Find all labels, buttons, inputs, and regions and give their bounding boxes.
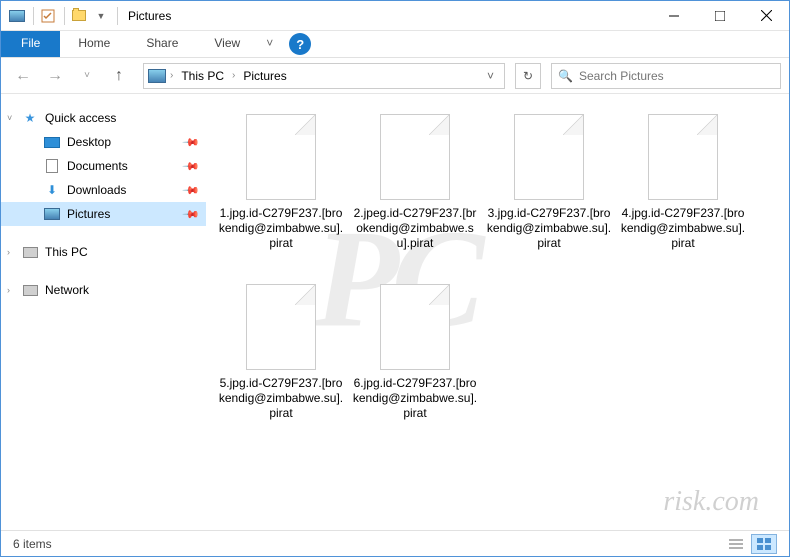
chevron-down-icon[interactable]: ˅	[7, 113, 12, 123]
navbar: ← → ˅ ↑ › This PC › Pictures ˅ ↻ 🔍	[1, 58, 789, 94]
downloads-icon: ⬇	[43, 182, 61, 198]
sidebar-label: This PC	[45, 245, 88, 259]
qat-newfolder-icon[interactable]	[69, 6, 89, 26]
sidebar-item-label: Desktop	[67, 135, 111, 149]
sidebar-network[interactable]: › Network	[1, 278, 206, 302]
file-item[interactable]: 5.jpg.id-C279F237.[brokendig@zimbabwe.su…	[214, 276, 348, 446]
sidebar-this-pc[interactable]: › This PC	[1, 240, 206, 264]
tab-view[interactable]: View	[196, 31, 258, 57]
maximize-button[interactable]	[697, 1, 743, 31]
ribbon: File Home Share View ˅ ?	[1, 31, 789, 58]
file-item[interactable]: 2.jpeg.id-C279F237.[brokendig@zimbabwe.s…	[348, 106, 482, 276]
sidebar-item-documents[interactable]: Documents 📌	[1, 154, 206, 178]
documents-icon	[43, 158, 61, 174]
item-count: 6 items	[13, 537, 52, 551]
status-bar: 6 items	[1, 530, 789, 556]
sidebar-item-label: Documents	[67, 159, 128, 173]
search-input[interactable]	[579, 69, 774, 83]
pin-icon: 📌	[182, 205, 201, 224]
search-box[interactable]: 🔍	[551, 63, 781, 89]
breadcrumb-root[interactable]: This PC	[177, 67, 228, 85]
qat-dropdown-icon[interactable]: ▼	[91, 6, 111, 26]
file-name: 2.jpeg.id-C279F237.[brokendig@zimbabwe.s…	[352, 206, 478, 251]
file-icon	[514, 114, 584, 200]
file-icon	[380, 114, 450, 200]
file-icon	[246, 284, 316, 370]
qat-properties-icon[interactable]	[38, 6, 58, 26]
file-item[interactable]: 6.jpg.id-C279F237.[brokendig@zimbabwe.su…	[348, 276, 482, 446]
help-icon[interactable]: ?	[289, 33, 311, 55]
ribbon-collapse-icon[interactable]: ˅	[258, 31, 281, 57]
folder-icon	[148, 69, 166, 83]
file-icon	[648, 114, 718, 200]
sidebar-quick-access[interactable]: ˅ ★ Quick access	[1, 106, 206, 130]
file-name: 6.jpg.id-C279F237.[brokendig@zimbabwe.su…	[352, 376, 478, 421]
address-bar[interactable]: › This PC › Pictures ˅	[143, 63, 505, 89]
forward-button[interactable]: →	[41, 62, 69, 90]
file-name: 3.jpg.id-C279F237.[brokendig@zimbabwe.su…	[486, 206, 612, 251]
search-icon: 🔍	[558, 69, 573, 83]
pictures-icon	[43, 206, 61, 222]
computer-icon	[21, 244, 39, 260]
file-icon	[380, 284, 450, 370]
tab-home[interactable]: Home	[60, 31, 128, 57]
titlebar: ▼ Pictures	[1, 1, 789, 31]
sidebar-label: Network	[45, 283, 89, 297]
tab-share[interactable]: Share	[128, 31, 196, 57]
network-icon	[21, 282, 39, 298]
app-icon	[7, 6, 27, 26]
file-tab[interactable]: File	[1, 31, 60, 57]
minimize-button[interactable]	[651, 1, 697, 31]
file-name: 4.jpg.id-C279F237.[brokendig@zimbabwe.su…	[620, 206, 746, 251]
file-list[interactable]: 1.jpg.id-C279F237.[brokendig@zimbabwe.su…	[206, 94, 789, 531]
chevron-right-icon[interactable]: ›	[232, 70, 235, 81]
chevron-right-icon[interactable]: ›	[7, 247, 10, 257]
file-item[interactable]: 3.jpg.id-C279F237.[brokendig@zimbabwe.su…	[482, 106, 616, 276]
address-dropdown-icon[interactable]: ˅	[481, 69, 500, 83]
recent-dropdown-icon[interactable]: ˅	[73, 62, 101, 90]
file-icon	[246, 114, 316, 200]
file-item[interactable]: 1.jpg.id-C279F237.[brokendig@zimbabwe.su…	[214, 106, 348, 276]
window-title: Pictures	[128, 9, 171, 23]
breadcrumb-current[interactable]: Pictures	[239, 67, 290, 85]
desktop-icon	[43, 134, 61, 150]
file-item[interactable]: 4.jpg.id-C279F237.[brokendig@zimbabwe.su…	[616, 106, 750, 276]
pin-icon: 📌	[182, 157, 201, 176]
chevron-right-icon[interactable]: ›	[170, 70, 173, 81]
sidebar-item-downloads[interactable]: ⬇ Downloads 📌	[1, 178, 206, 202]
star-icon: ★	[21, 110, 39, 126]
sidebar-label: Quick access	[45, 111, 116, 125]
refresh-button[interactable]: ↻	[515, 63, 541, 89]
up-button[interactable]: ↑	[105, 62, 133, 90]
back-button[interactable]: ←	[9, 62, 37, 90]
sidebar-item-pictures[interactable]: Pictures 📌	[1, 202, 206, 226]
file-name: 1.jpg.id-C279F237.[brokendig@zimbabwe.su…	[218, 206, 344, 251]
chevron-right-icon[interactable]: ›	[7, 285, 10, 295]
file-name: 5.jpg.id-C279F237.[brokendig@zimbabwe.su…	[218, 376, 344, 421]
navigation-pane: ˅ ★ Quick access Desktop 📌 Documents 📌 ⬇…	[1, 94, 206, 531]
thumbnails-view-button[interactable]	[751, 534, 777, 554]
close-button[interactable]	[743, 1, 789, 31]
sidebar-item-desktop[interactable]: Desktop 📌	[1, 130, 206, 154]
pin-icon: 📌	[182, 133, 201, 152]
details-view-button[interactable]	[723, 534, 749, 554]
sidebar-item-label: Downloads	[67, 183, 126, 197]
sidebar-item-label: Pictures	[67, 207, 110, 221]
pin-icon: 📌	[182, 181, 201, 200]
